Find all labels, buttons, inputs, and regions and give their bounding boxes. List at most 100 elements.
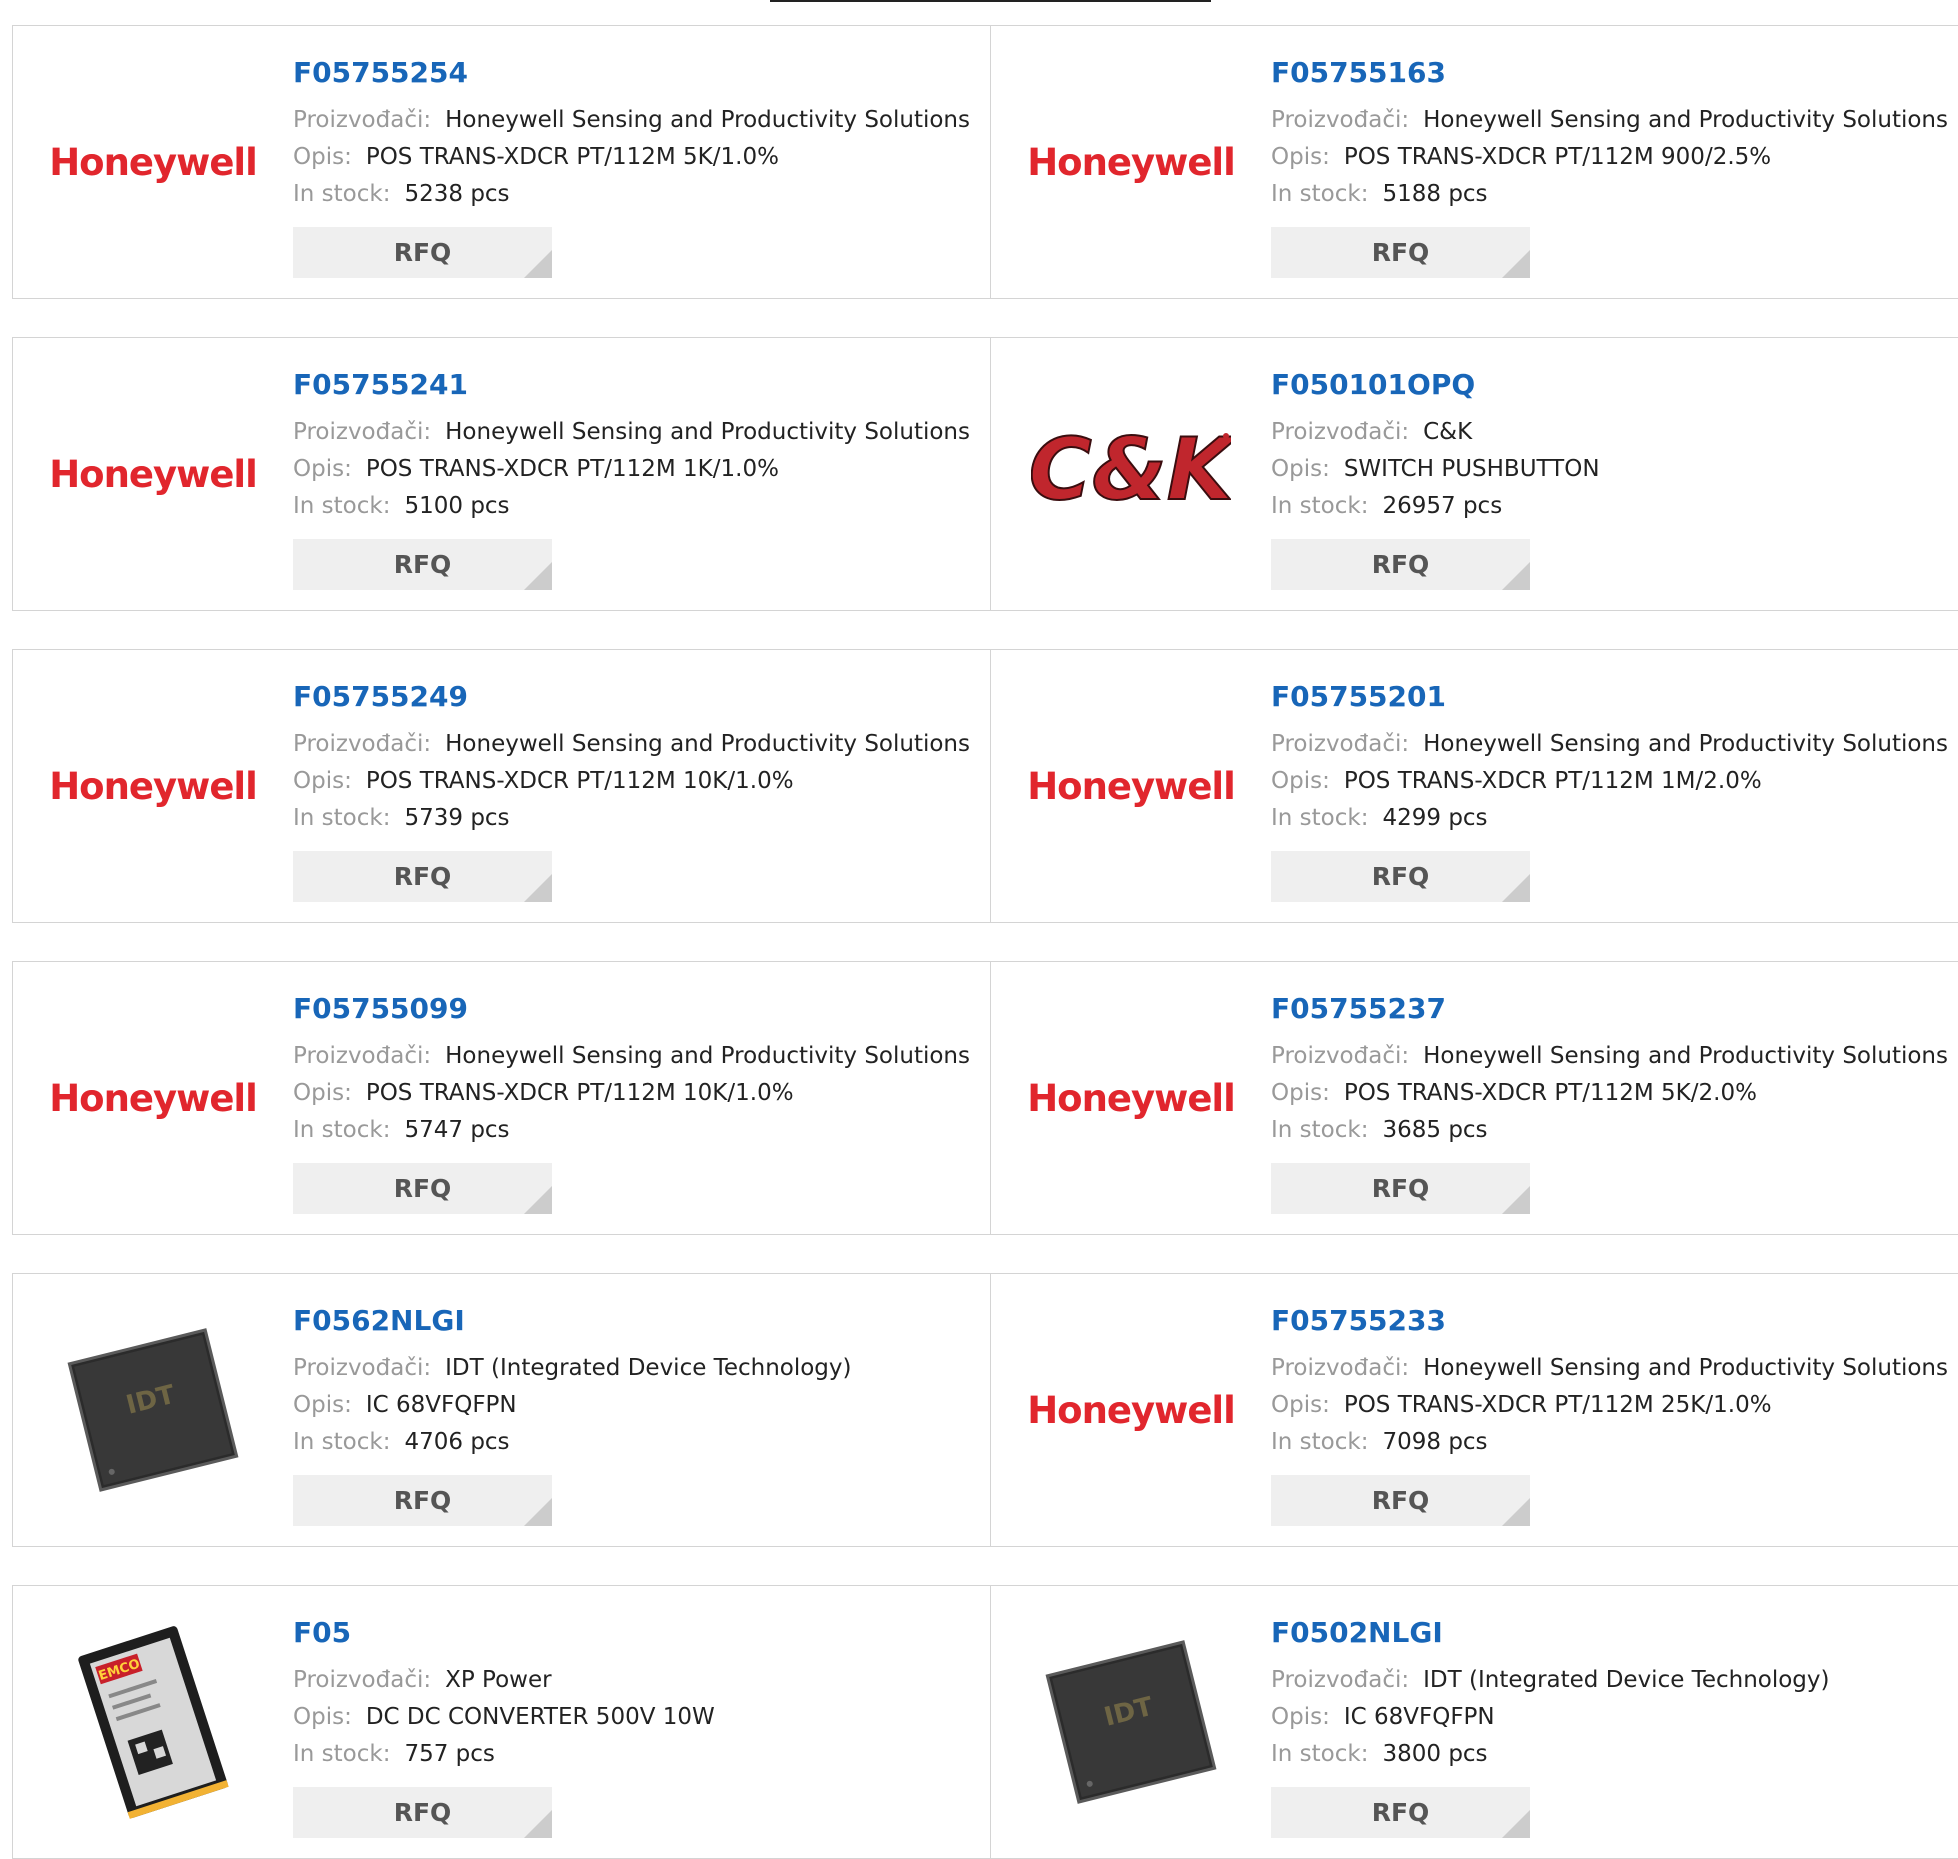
product-card: C&K F050101OPQ Proizvođači: C&K Opis: SWIT… <box>990 337 1958 611</box>
description-row: Opis: DC DC CONVERTER 500V 10W <box>293 1699 973 1736</box>
rfq-button[interactable]: RFQ <box>1271 539 1530 590</box>
part-number-link[interactable]: F050101OPQ <box>1271 368 1951 402</box>
rfq-button[interactable]: RFQ <box>293 1475 552 1526</box>
rfq-button[interactable]: RFQ <box>1271 1475 1530 1526</box>
part-number-link[interactable]: F05755254 <box>293 56 973 90</box>
rfq-button[interactable]: RFQ <box>293 1787 552 1838</box>
honeywell-logo-text: Honeywell <box>49 140 258 184</box>
stock-label: In stock: <box>1271 181 1369 207</box>
product-info: F05755163 Proizvođači: Honeywell Sensing … <box>1271 56 1951 213</box>
description-label: Opis: <box>1271 1080 1330 1106</box>
honeywell-logo-text: Honeywell <box>49 452 258 496</box>
manufacturer-value: Honeywell Sensing and Productivity Solut… <box>1423 1043 1948 1069</box>
description-row: Opis: IC 68VFQFPN <box>1271 1699 1951 1736</box>
product-card: Honeywell F05755201 Proizvođači: Honeywel… <box>990 649 1958 923</box>
manufacturer-logo[interactable]: C&K <box>1031 374 1231 574</box>
product-info: F05755233 Proizvođači: Honeywell Sensing … <box>1271 1304 1951 1461</box>
stock-label: In stock: <box>293 181 391 207</box>
idt-chip-icon: IDT <box>67 1328 239 1492</box>
rfq-label: RFQ <box>1371 862 1430 891</box>
part-number-link[interactable]: F05755249 <box>293 680 973 714</box>
rfq-button[interactable]: RFQ <box>293 1163 552 1214</box>
manufacturer-label: Proizvođači: <box>293 1667 432 1693</box>
manufacturer-logo[interactable]: EMCO <box>53 1622 253 1822</box>
rfq-button[interactable]: RFQ <box>293 227 552 278</box>
description-value: POS TRANS-XDCR PT/112M 1M/2.0% <box>1343 768 1762 794</box>
stock-value: 5100 pcs <box>404 493 510 519</box>
corner-triangle-icon <box>524 1498 552 1526</box>
stock-row: In stock: 5100 pcs <box>293 488 973 525</box>
rfq-button[interactable]: RFQ <box>293 851 552 902</box>
description-label: Opis: <box>293 1392 352 1418</box>
stock-row: In stock: 3685 pcs <box>1271 1112 1951 1149</box>
manufacturer-value: Honeywell Sensing and Productivity Solut… <box>445 107 970 133</box>
rfq-label: RFQ <box>1371 1174 1430 1203</box>
stock-value: 5188 pcs <box>1382 181 1488 207</box>
manufacturer-label: Proizvođači: <box>293 1355 432 1381</box>
manufacturer-value: Honeywell Sensing and Productivity Solut… <box>445 419 970 445</box>
manufacturer-logo[interactable]: Honeywell <box>1027 1310 1236 1510</box>
product-row: Honeywell F05755249 Proizvođači: Honeywel… <box>12 649 1958 923</box>
manufacturer-row: Proizvođači: Honeywell Sensing and Produc… <box>1271 726 1951 763</box>
description-label: Opis: <box>293 456 352 482</box>
product-info: F05755201 Proizvođači: Honeywell Sensing … <box>1271 680 1951 837</box>
part-number-link[interactable]: F05755241 <box>293 368 973 402</box>
part-number-link[interactable]: F0562NLGI <box>293 1304 973 1338</box>
product-card: Honeywell F05755254 Proizvođači: Honeywel… <box>12 25 991 299</box>
manufacturer-logo[interactable]: Honeywell <box>49 998 258 1198</box>
product-card: Honeywell F05755163 Proizvođači: Honeywel… <box>990 25 1958 299</box>
honeywell-logo-text: Honeywell <box>1027 140 1236 184</box>
stock-value: 4706 pcs <box>404 1429 510 1455</box>
part-number-link[interactable]: F05 <box>293 1616 973 1650</box>
manufacturer-logo[interactable]: IDT <box>1031 1622 1231 1822</box>
rfq-button[interactable]: RFQ <box>1271 1787 1530 1838</box>
rfq-button[interactable]: RFQ <box>293 539 552 590</box>
stock-value: 4299 pcs <box>1382 805 1488 831</box>
product-info: F05755237 Proizvođači: Honeywell Sensing … <box>1271 992 1951 1149</box>
manufacturer-label: Proizvođači: <box>1271 419 1410 445</box>
manufacturer-row: Proizvođači: Honeywell Sensing and Produc… <box>293 102 973 139</box>
stock-value: 5739 pcs <box>404 805 510 831</box>
manufacturer-label: Proizvođači: <box>293 107 432 133</box>
stock-row: In stock: 5747 pcs <box>293 1112 973 1149</box>
description-row: Opis: POS TRANS-XDCR PT/112M 1K/1.0% <box>293 451 973 488</box>
stock-label: In stock: <box>1271 493 1369 519</box>
product-card: Honeywell F05755237 Proizvođači: Honeywel… <box>990 961 1958 1235</box>
manufacturer-value: Honeywell Sensing and Productivity Solut… <box>1423 107 1948 133</box>
manufacturer-row: Proizvođači: IDT (Integrated Device Techn… <box>1271 1662 1951 1699</box>
part-number-link[interactable]: F05755099 <box>293 992 973 1026</box>
part-number-link[interactable]: F0502NLGI <box>1271 1616 1951 1650</box>
rfq-button[interactable]: RFQ <box>1271 851 1530 902</box>
description-row: Opis: POS TRANS-XDCR PT/112M 1M/2.0% <box>1271 763 1951 800</box>
rfq-button[interactable]: RFQ <box>1271 1163 1530 1214</box>
manufacturer-logo[interactable]: Honeywell <box>49 62 258 262</box>
manufacturer-value: IDT (Integrated Device Technology) <box>1423 1667 1830 1693</box>
manufacturer-logo[interactable]: Honeywell <box>49 374 258 574</box>
product-info: F05755099 Proizvođači: Honeywell Sensing … <box>293 992 973 1149</box>
part-number-link[interactable]: F05755201 <box>1271 680 1951 714</box>
stock-value: 3685 pcs <box>1382 1117 1488 1143</box>
stock-row: In stock: 3800 pcs <box>1271 1736 1951 1773</box>
manufacturer-label: Proizvođači: <box>1271 1043 1410 1069</box>
description-value: IC 68VFQFPN <box>1343 1704 1495 1730</box>
corner-triangle-icon <box>1502 874 1530 902</box>
manufacturer-logo[interactable]: Honeywell <box>49 686 258 886</box>
manufacturer-logo[interactable]: IDT <box>53 1310 253 1510</box>
rfq-label: RFQ <box>1371 550 1430 579</box>
part-number-link[interactable]: F05755163 <box>1271 56 1951 90</box>
ck-logo-icon: C&K <box>1031 419 1231 521</box>
manufacturer-logo[interactable]: Honeywell <box>1027 686 1236 886</box>
corner-triangle-icon <box>1502 1498 1530 1526</box>
product-card: EMCO F05 Proizvođači: XP Power Opis: DC DC… <box>12 1585 991 1859</box>
part-number-link[interactable]: F05755233 <box>1271 1304 1951 1338</box>
manufacturer-logo[interactable]: Honeywell <box>1027 62 1236 262</box>
manufacturer-logo[interactable]: Honeywell <box>1027 998 1236 1198</box>
manufacturer-row: Proizvođači: Honeywell Sensing and Produc… <box>1271 1038 1951 1075</box>
stock-row: In stock: 5188 pcs <box>1271 176 1951 213</box>
description-label: Opis: <box>1271 144 1330 170</box>
manufacturer-row: Proizvođači: Honeywell Sensing and Produc… <box>1271 102 1951 139</box>
rfq-button[interactable]: RFQ <box>1271 227 1530 278</box>
part-number-link[interactable]: F05755237 <box>1271 992 1951 1026</box>
stock-row: In stock: 4299 pcs <box>1271 800 1951 837</box>
honeywell-logo-text: Honeywell <box>49 1076 258 1120</box>
